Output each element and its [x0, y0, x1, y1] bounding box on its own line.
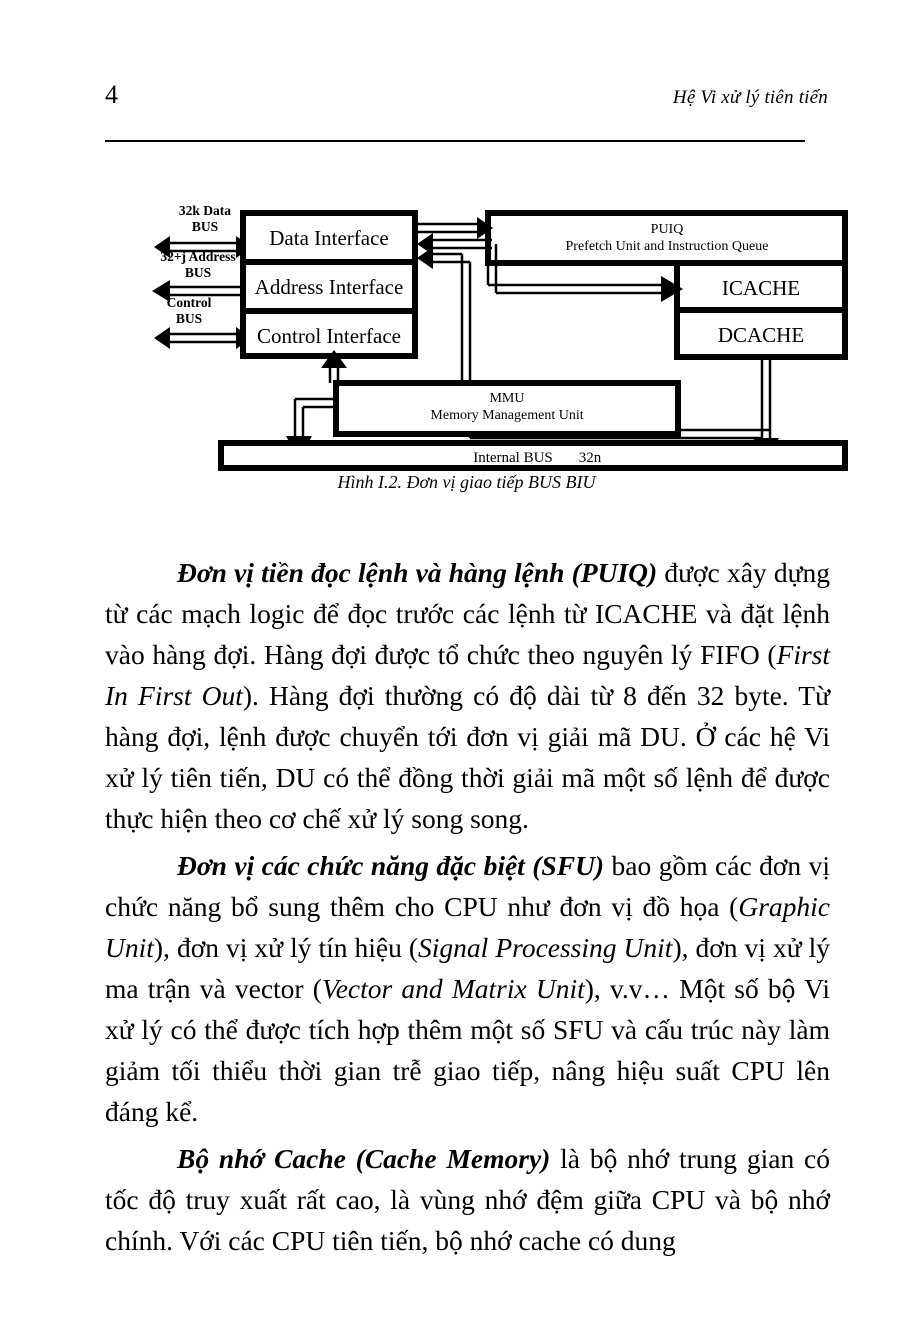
paragraph-sfu: Đơn vị các chức năng đặc biệt (SFU) bao … — [105, 845, 830, 1132]
block-puiq: PUIQ — [651, 222, 684, 237]
document-page: 4 Hệ Vi xử lý tiên tiến 32k Data BUS 32+… — [0, 0, 915, 1328]
paragraph-2-italic-b: Signal Processing Unit — [418, 932, 673, 963]
control-bus-label: Control — [167, 295, 212, 310]
block-dcache: DCACHE — [718, 323, 804, 347]
block-mmu: MMU — [489, 391, 524, 406]
paragraph-2-text-b: ), đơn vị xử lý tín hiệu ( — [153, 932, 419, 963]
page-header: 4 Hệ Vi xử lý tiên tiến — [105, 82, 828, 116]
data-bus-label: 32k Data — [179, 203, 231, 218]
data-bus-label: BUS — [192, 219, 218, 234]
internal-bus-width-label: 32n — [579, 450, 602, 466]
address-bus-label: BUS — [185, 265, 211, 280]
running-title: Hệ Vi xử lý tiên tiến — [672, 87, 828, 108]
control-bus-label: BUS — [176, 311, 202, 326]
block-control-interface: Control Interface — [257, 324, 401, 348]
block-address-interface: Address Interface — [255, 275, 404, 299]
paragraph-1-lead: Đơn vị tiền đọc lệnh và hàng lệnh (PUIQ) — [177, 557, 658, 588]
block-mmu-subtitle: Memory Management Unit — [430, 408, 583, 423]
paragraph-cache: Bộ nhớ Cache (Cache Memory) là bộ nhớ tr… — [105, 1138, 830, 1261]
block-icache: ICACHE — [722, 276, 800, 300]
paragraph-2-italic-c: Vector and Matrix Unit — [321, 973, 585, 1004]
paragraph-3-lead: Bộ nhớ Cache ( — [177, 1143, 365, 1174]
paragraph-puiq: Đơn vị tiền đọc lệnh và hàng lệnh (PUIQ)… — [105, 552, 830, 839]
block-internal-bus: Internal BUS — [473, 450, 553, 466]
figure-caption: Hình I.2. Đơn vị giao tiếp BUS BIU — [337, 472, 596, 492]
address-bus-label: 32+j Address — [160, 249, 235, 264]
body-text: Đơn vị tiền đọc lệnh và hàng lệnh (PUIQ)… — [105, 552, 830, 1261]
block-data-interface: Data Interface — [269, 226, 389, 250]
paragraph-2-lead: Đơn vị các chức năng đặc biệt (SFU) — [177, 850, 605, 881]
paragraph-3-lead-italic: Cache Memory — [364, 1143, 542, 1174]
block-puiq-subtitle: Prefetch Unit and Instruction Queue — [566, 239, 769, 254]
paragraph-3-lead-tail: ) — [541, 1143, 551, 1174]
page-number: 4 — [105, 80, 118, 109]
header-divider — [105, 140, 805, 142]
